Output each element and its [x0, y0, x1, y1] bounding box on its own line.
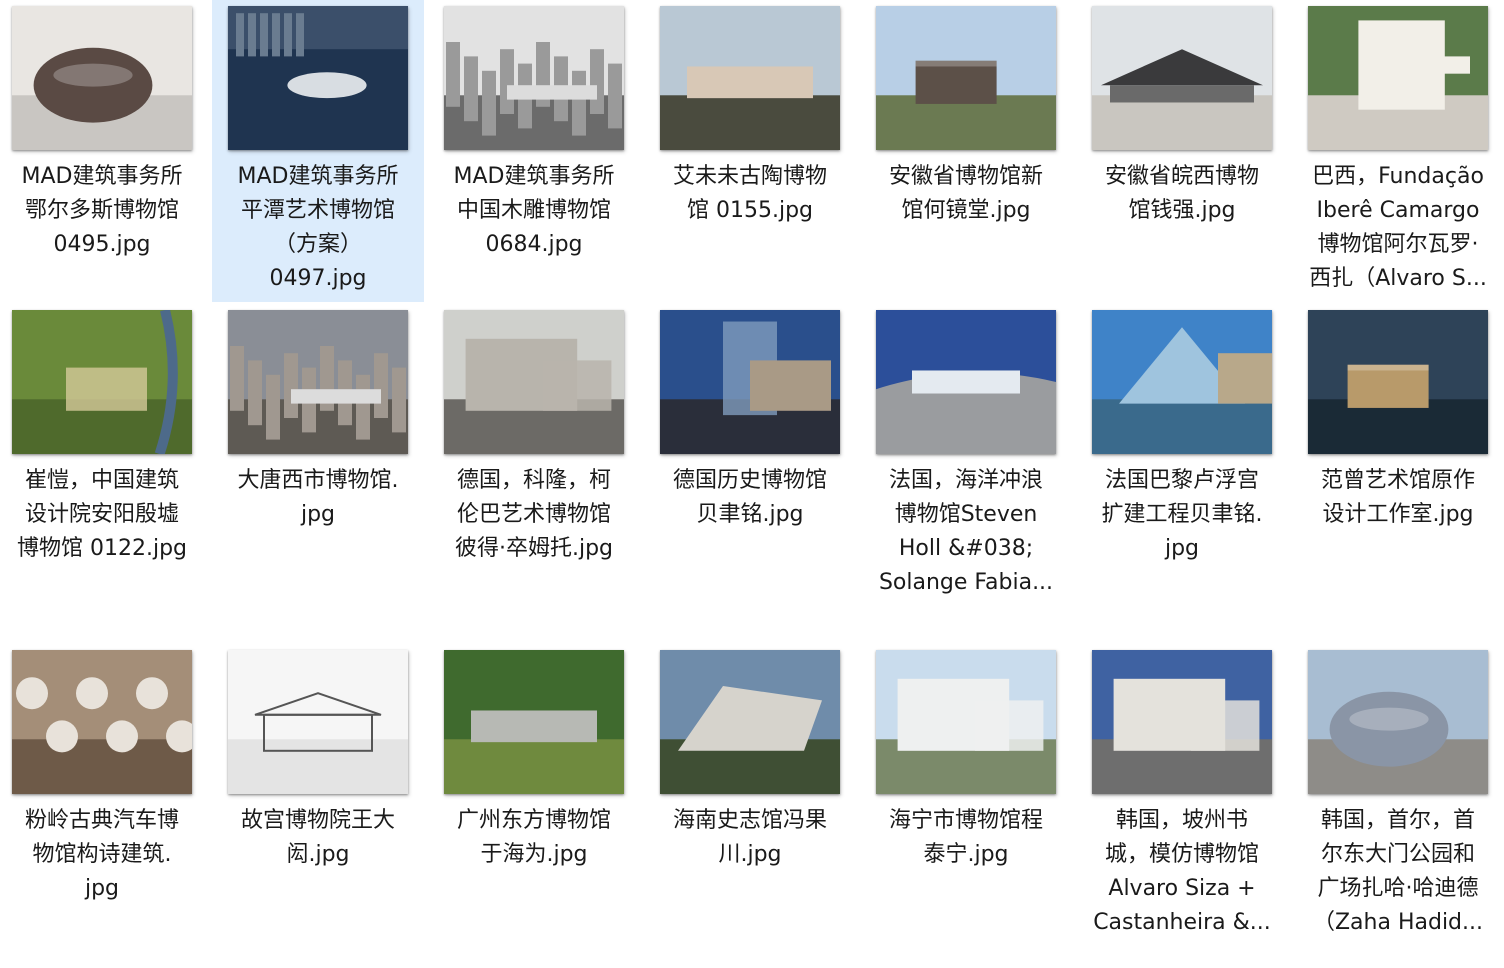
file-item[interactable]: 德国历史博物馆 贝聿铭.jpg [644, 304, 856, 532]
image-thumbnail [1308, 6, 1488, 150]
file-name-label: 法国，海洋冲浪 博物馆Steven Holl &#038; Solange Fa… [878, 468, 1054, 595]
file-name-label: 巴西，Fundação Iberê Camargo 博物馆阿尔瓦罗· 西扎（Al… [1309, 164, 1487, 291]
file-name-label: MAD建筑事务所 中国木雕博物馆 0684.jpg [453, 164, 615, 257]
file-name-label: 崔愷，中国建筑 设计院安阳殷墟 博物馆 0122.jpg [16, 468, 188, 561]
file-name-label: 范曾艺术馆原作 设计工作室.jpg [1320, 468, 1475, 527]
file-name-label: 安徽省博物馆新 馆何镜堂.jpg [888, 164, 1043, 223]
file-thumbnail[interactable] [1092, 310, 1272, 454]
file-item[interactable]: MAD建筑事务所 中国木雕博物馆 0684.jpg [428, 0, 640, 262]
file-thumbnail[interactable] [444, 650, 624, 794]
file-thumbnail[interactable] [1308, 6, 1488, 150]
file-thumbnail[interactable] [660, 310, 840, 454]
image-thumbnail [876, 650, 1056, 794]
file-item[interactable]: 广州东方博物馆 于海为.jpg [428, 644, 640, 872]
file-name-label: 德国历史博物馆 贝聿铭.jpg [672, 468, 827, 527]
file-thumbnail[interactable] [444, 6, 624, 150]
image-thumbnail [228, 310, 408, 454]
file-item[interactable]: 海宁市博物馆程 泰宁.jpg [860, 644, 1072, 872]
image-thumbnail [444, 650, 624, 794]
image-thumbnail [228, 6, 408, 150]
file-item[interactable]: 崔愷，中国建筑 设计院安阳殷墟 博物馆 0122.jpg [0, 304, 208, 566]
file-item[interactable]: 大唐西市博物馆. jpg [212, 304, 424, 532]
file-name-label: MAD建筑事务所 鄂尔多斯博物馆 0495.jpg [21, 164, 183, 257]
file-thumbnail[interactable] [1092, 6, 1272, 150]
image-thumbnail [228, 650, 408, 794]
file-name-label: 德国，科隆，柯 伦巴艺术博物馆 彼得·卒姆托.jpg [454, 468, 614, 561]
file-item[interactable]: 巴西，Fundação Iberê Camargo 博物馆阿尔瓦罗· 西扎（Al… [1292, 0, 1504, 296]
file-thumbnail[interactable] [1092, 650, 1272, 794]
file-item[interactable]: 法国巴黎卢浮宫 扩建工程贝聿铭. jpg [1076, 304, 1288, 566]
file-item[interactable]: 德国，科隆，柯 伦巴艺术博物馆 彼得·卒姆托.jpg [428, 304, 640, 566]
file-name-label: 艾未未古陶博物 馆 0155.jpg [672, 164, 827, 223]
image-thumbnail [12, 6, 192, 150]
image-thumbnail [876, 310, 1056, 454]
image-thumbnail [660, 310, 840, 454]
file-thumbnail[interactable] [876, 650, 1056, 794]
file-name-label: 海宁市博物馆程 泰宁.jpg [888, 808, 1043, 867]
file-item[interactable]: 海南史志馆冯果 川.jpg [644, 644, 856, 872]
file-item[interactable]: 法国，海洋冲浪 博物馆Steven Holl &#038; Solange Fa… [860, 304, 1072, 600]
image-thumbnail [1092, 650, 1272, 794]
image-thumbnail [660, 650, 840, 794]
file-name-label: 大唐西市博物馆. jpg [237, 468, 399, 527]
file-item[interactable]: 粉岭古典汽车博 物馆构诗建筑. jpg [0, 644, 208, 906]
file-item[interactable]: 韩国，首尔，首 尔东大门公园和 广场扎哈·哈迪德 （Zaha Hadid... [1292, 644, 1504, 940]
file-item[interactable]: 安徽省皖西博物 馆钱强.jpg [1076, 0, 1288, 228]
file-thumbnail[interactable] [660, 650, 840, 794]
image-thumbnail [1308, 650, 1488, 794]
file-item[interactable]: 故宫博物院王大 闳.jpg [212, 644, 424, 872]
file-thumbnail[interactable] [1308, 650, 1488, 794]
file-name-label: 安徽省皖西博物 馆钱强.jpg [1104, 164, 1259, 223]
file-thumbnail[interactable] [1308, 310, 1488, 454]
file-name-label: 韩国，首尔，首 尔东大门公园和 广场扎哈·哈迪德 （Zaha Hadid... [1312, 808, 1484, 935]
file-name-label: 粉岭古典汽车博 物馆构诗建筑. jpg [24, 808, 179, 901]
image-thumbnail [12, 310, 192, 454]
file-thumbnail[interactable] [12, 650, 192, 794]
image-thumbnail [444, 310, 624, 454]
file-thumbnail[interactable] [228, 6, 408, 150]
image-thumbnail [1092, 6, 1272, 150]
file-item[interactable]: MAD建筑事务所 平潭艺术博物馆 （方案） 0497.jpg [212, 0, 424, 302]
file-item[interactable]: MAD建筑事务所 鄂尔多斯博物馆 0495.jpg [0, 0, 208, 262]
file-item[interactable]: 范曾艺术馆原作 设计工作室.jpg [1292, 304, 1504, 532]
file-item[interactable]: 艾未未古陶博物 馆 0155.jpg [644, 0, 856, 228]
file-thumbnail[interactable] [228, 650, 408, 794]
file-name-label: 韩国，坡州书 城，模仿博物馆 Alvaro Siza + Castanheira… [1093, 808, 1271, 935]
file-thumbnail[interactable] [876, 310, 1056, 454]
file-item[interactable]: 安徽省博物馆新 馆何镜堂.jpg [860, 0, 1072, 228]
file-thumbnail[interactable] [876, 6, 1056, 150]
image-thumbnail [444, 6, 624, 150]
file-name-label: 故宫博物院王大 闳.jpg [240, 808, 395, 867]
image-thumbnail [1092, 310, 1272, 454]
file-thumbnail[interactable] [660, 6, 840, 150]
file-name-label: 广州东方博物馆 于海为.jpg [456, 808, 611, 867]
file-thumbnail[interactable] [228, 310, 408, 454]
file-thumbnail[interactable] [12, 310, 192, 454]
image-thumbnail [12, 650, 192, 794]
file-thumbnail[interactable] [12, 6, 192, 150]
file-icon-grid: MAD建筑事务所 鄂尔多斯博物馆 0495.jpg MAD建筑事务所 平潭艺术博物… [0, 0, 1504, 968]
file-item[interactable]: 韩国，坡州书 城，模仿博物馆 Alvaro Siza + Castanheira… [1076, 644, 1288, 940]
file-thumbnail[interactable] [444, 310, 624, 454]
image-thumbnail [876, 6, 1056, 150]
file-name-label: 海南史志馆冯果 川.jpg [672, 808, 827, 867]
image-thumbnail [660, 6, 840, 150]
image-thumbnail [1308, 310, 1488, 454]
file-name-label: MAD建筑事务所 平潭艺术博物馆 （方案） 0497.jpg [237, 164, 399, 291]
file-name-label: 法国巴黎卢浮宫 扩建工程贝聿铭. jpg [1101, 468, 1263, 561]
